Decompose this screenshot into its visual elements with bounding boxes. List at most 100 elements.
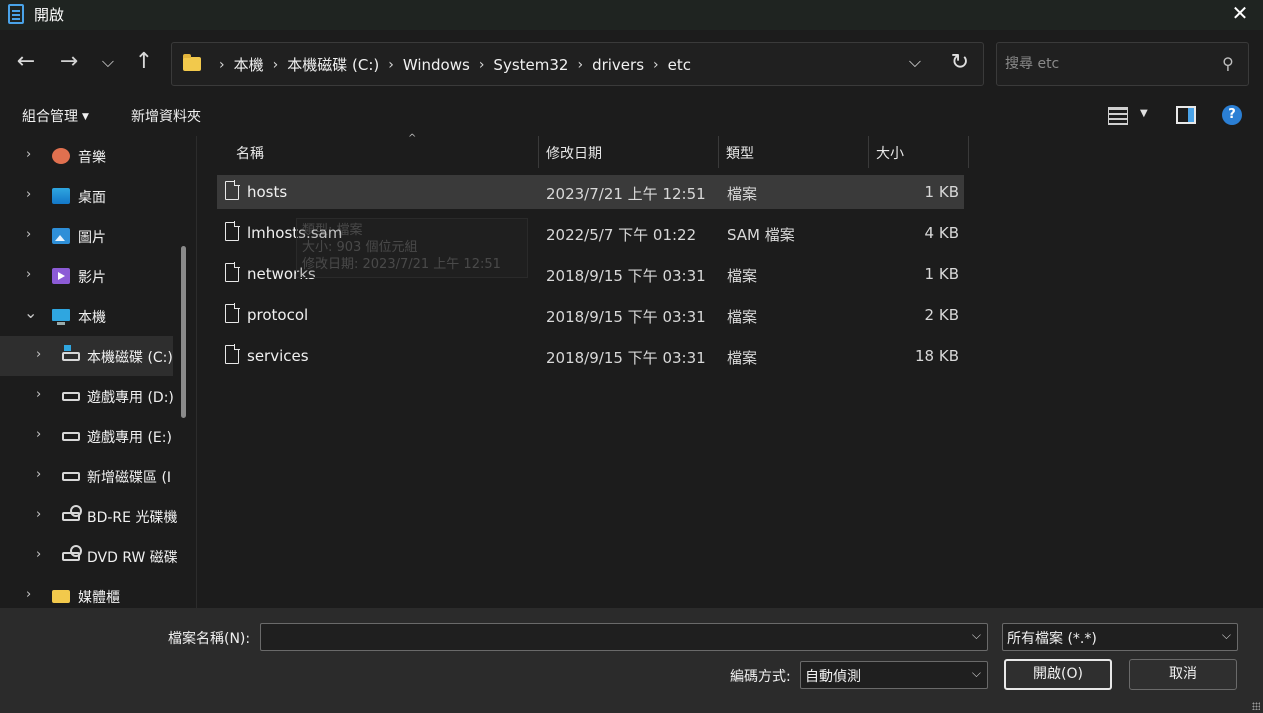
search-box[interactable]: ⚲: [996, 42, 1249, 86]
view-options-icon[interactable]: [1108, 107, 1128, 125]
sidebar-item-label: 遊戲專用 (E:): [87, 430, 172, 446]
sidebar-item-videos[interactable]: › 影片: [0, 256, 173, 296]
up-arrow-icon[interactable]: ↑: [128, 48, 160, 78]
chevron-down-icon[interactable]: ⌵: [1222, 628, 1231, 643]
breadcrumb-item[interactable]: drivers: [592, 56, 644, 74]
breadcrumb-item[interactable]: System32: [493, 56, 568, 74]
file-size: 2 KB: [924, 306, 959, 324]
chevron-right-icon[interactable]: ›: [36, 347, 41, 362]
sidebar-item-bd-re[interactable]: › BD-RE 光碟機: [0, 496, 177, 536]
desktop-icon: [52, 188, 70, 204]
folder-icon: [52, 590, 70, 603]
file-icon: [225, 262, 240, 282]
chevron-down-icon[interactable]: ⌵: [972, 666, 981, 681]
filename-input[interactable]: [265, 627, 961, 647]
sidebar-item-desktop[interactable]: › 桌面: [0, 176, 173, 216]
pictures-icon: [52, 228, 70, 244]
file-icon: [225, 180, 240, 200]
file-name: services: [247, 347, 309, 365]
chevron-right-icon[interactable]: ›: [26, 147, 31, 162]
breadcrumb-item[interactable]: Windows: [403, 56, 470, 74]
resize-grip-icon[interactable]: [1252, 702, 1260, 710]
preview-pane-icon[interactable]: [1176, 106, 1196, 124]
help-icon[interactable]: ?: [1222, 105, 1242, 125]
sidebar-item-pictures[interactable]: › 圖片: [0, 216, 173, 256]
file-type: 檔案: [727, 349, 758, 367]
file-modified: 2022/5/7 下午 01:22: [546, 226, 697, 244]
file-row[interactable]: hosts 2023/7/21 上午 12:51 檔案 1 KB: [217, 175, 964, 209]
breadcrumb-item[interactable]: etc: [668, 56, 691, 74]
breadcrumb: › 本機 › 本機磁碟 (C:) › Windows › System32 › …: [210, 54, 691, 75]
navigation-pane[interactable]: › 音樂 › 桌面 › 圖片 › 影片 ⌄ 本機 › 本機磁碟 (C:) › 遊…: [0, 136, 190, 608]
organize-menu-button[interactable]: 組合管理 ▼: [22, 106, 89, 126]
breadcrumb-item[interactable]: 本機磁碟 (C:): [287, 54, 379, 75]
search-icon[interactable]: ⚲: [1222, 54, 1234, 73]
chevron-right-icon[interactable]: ›: [26, 267, 31, 282]
optical-drive-icon: [62, 545, 82, 561]
column-separator[interactable]: [968, 136, 969, 168]
file-modified: 2018/9/15 下午 03:31: [546, 267, 706, 285]
sidebar-item-libraries[interactable]: › 媒體櫃: [0, 576, 173, 608]
filename-combobox[interactable]: ⌵: [260, 623, 988, 651]
file-type: SAM 檔案: [727, 226, 795, 244]
sidebar-item-music[interactable]: › 音樂: [0, 136, 173, 176]
sidebar-item-drive-d[interactable]: › 遊戲專用 (D:): [0, 376, 174, 416]
file-row[interactable]: services 2018/9/15 下午 03:31 檔案 18 KB: [217, 339, 964, 373]
search-input[interactable]: [1005, 53, 1205, 75]
file-row[interactable]: protocol 2018/9/15 下午 03:31 檔案 2 KB: [217, 298, 964, 332]
sidebar-item-label: DVD RW 磁碟: [87, 550, 178, 566]
column-header-modified[interactable]: 修改日期: [538, 136, 718, 168]
sidebar-item-this-pc[interactable]: ⌄ 本機: [0, 296, 173, 336]
column-header-label: 修改日期: [546, 146, 602, 162]
forward-arrow-icon[interactable]: →: [53, 48, 85, 78]
new-folder-button[interactable]: 新增資料夾: [131, 106, 201, 126]
address-history-chevron-icon[interactable]: ⌵: [909, 52, 921, 72]
filetype-select[interactable]: 所有檔案 (*.*) ⌵: [1002, 623, 1238, 651]
sidebar-item-dvd-rw[interactable]: › DVD RW 磁碟: [0, 536, 178, 576]
sidebar-item-label: 圖片: [78, 230, 106, 246]
file-info-tooltip: 類型: 檔案 大小: 903 個位元組 修改日期: 2023/7/21 上午 1…: [296, 218, 528, 278]
back-arrow-icon[interactable]: ←: [10, 48, 42, 78]
chevron-right-icon[interactable]: ›: [36, 467, 41, 482]
sidebar-scrollbar[interactable]: [181, 246, 186, 418]
sidebar-item-label: 桌面: [78, 190, 106, 206]
chevron-right-icon[interactable]: ›: [36, 387, 41, 402]
chevron-right-icon[interactable]: ›: [26, 187, 31, 202]
column-header-name[interactable]: 名稱 ^: [228, 133, 538, 168]
window-title: 開啟: [34, 6, 65, 24]
chevron-right-icon[interactable]: ›: [36, 547, 41, 562]
refresh-icon[interactable]: ↻: [951, 50, 969, 75]
sidebar-item-label: BD-RE 光碟機: [87, 510, 178, 526]
column-header-size[interactable]: 大小: [868, 136, 968, 168]
chevron-right-icon[interactable]: ›: [36, 427, 41, 442]
sidebar-item-drive-c[interactable]: › 本機磁碟 (C:): [0, 336, 173, 376]
file-icon: [225, 303, 240, 323]
sidebar-item-new-volume[interactable]: › 新增磁碟區 (I: [0, 456, 173, 496]
notepad-icon: [8, 4, 24, 24]
open-button[interactable]: 開啟(O): [1004, 659, 1112, 690]
folder-icon: [183, 54, 201, 71]
chevron-down-icon[interactable]: ⌵: [972, 628, 981, 643]
breadcrumb-item[interactable]: 本機: [234, 54, 264, 75]
cancel-button[interactable]: 取消: [1129, 659, 1237, 690]
column-header-type[interactable]: 類型: [718, 136, 868, 168]
recent-locations-chevron-icon[interactable]: ⌵: [92, 48, 124, 78]
file-list[interactable]: 名稱 ^ 修改日期 類型 大小 hosts 2023/7/21 上午 12:51…: [197, 133, 1263, 608]
file-type: 檔案: [727, 308, 758, 326]
close-icon[interactable]: ✕: [1217, 0, 1263, 30]
sidebar-item-drive-e[interactable]: › 遊戲專用 (E:): [0, 416, 173, 456]
chevron-right-icon[interactable]: ›: [26, 587, 31, 602]
address-bar[interactable]: › 本機 › 本機磁碟 (C:) › Windows › System32 › …: [171, 42, 984, 86]
chevron-right-icon[interactable]: ›: [26, 227, 31, 242]
breadcrumb-separator-icon: ›: [219, 56, 225, 73]
caret-down-icon[interactable]: ▼: [1140, 108, 1148, 119]
videos-icon: [52, 268, 70, 284]
sidebar-item-label: 音樂: [78, 150, 106, 166]
chevron-right-icon[interactable]: ›: [36, 507, 41, 522]
file-modified: 2018/9/15 下午 03:31: [546, 308, 706, 326]
encoding-select[interactable]: 自動偵測 ⌵: [800, 661, 988, 689]
file-size: 1 KB: [924, 265, 959, 283]
sidebar-item-label: 新增磁碟區 (I: [87, 470, 172, 486]
chevron-down-icon[interactable]: ⌄: [24, 303, 37, 322]
breadcrumb-separator-icon: ›: [272, 56, 279, 73]
